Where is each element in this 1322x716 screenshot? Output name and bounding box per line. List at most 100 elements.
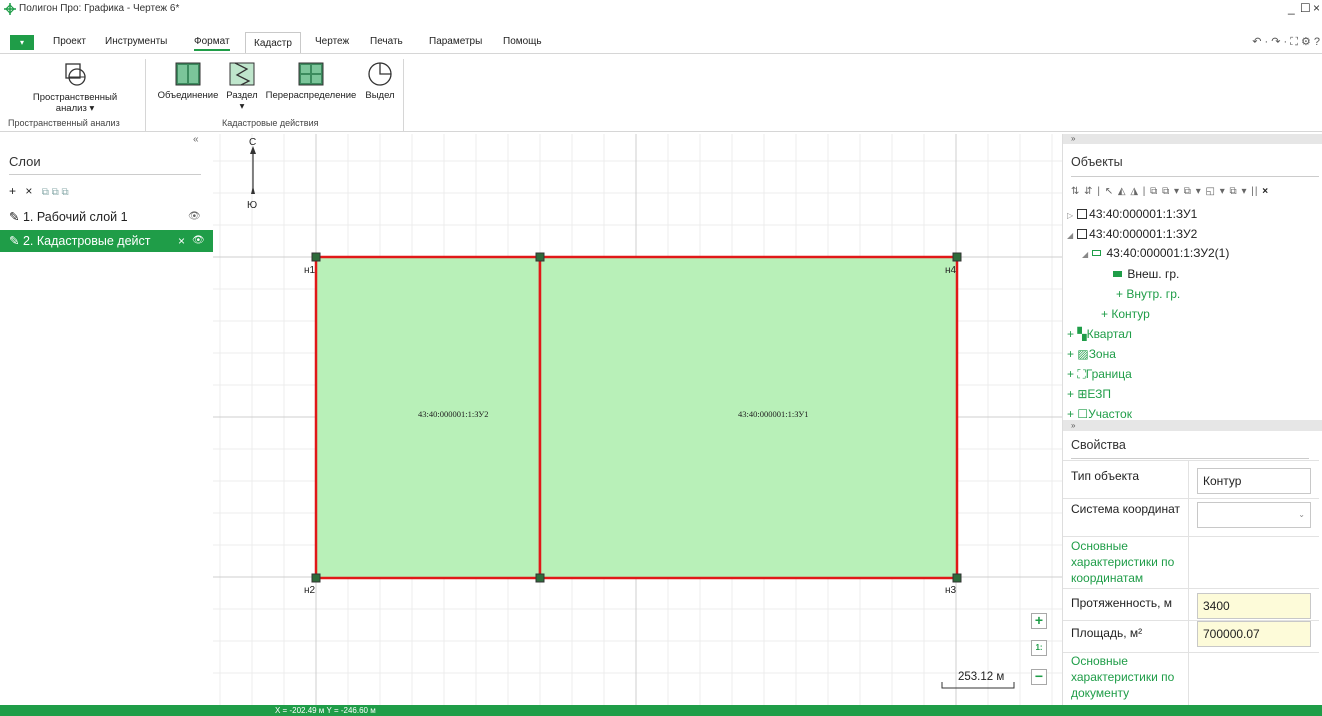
- tree-item-uchastok[interactable]: + ☐Участок: [1067, 406, 1132, 418]
- maximize-button[interactable]: ☐: [1300, 1, 1311, 15]
- tree-item-zu2-1[interactable]: ◢ 43:40:000001:1:ЗУ2(1): [1082, 245, 1229, 263]
- layer-label: 2. Кадастровые дейст: [22, 234, 151, 248]
- divider: [1071, 176, 1319, 177]
- delete-layer-button[interactable]: ×: [25, 184, 32, 198]
- drawing-surface[interactable]: [213, 134, 1062, 705]
- objects-toolbar: ⇅ ⇵ | ↖ ◭ ◮ | ⧉ ⧉ ▾ ⧉ ▾ ◱ ▾ ⧉ ▾ || ×: [1071, 186, 1269, 197]
- coord-system-select[interactable]: ⌄: [1197, 502, 1311, 528]
- tab-help[interactable]: Помощь: [503, 35, 542, 49]
- drawing-canvas[interactable]: С Ю н1 н2 н3 н4 43:40:000001:1:ЗУ2 43:40…: [213, 134, 1062, 705]
- tree-item-outer-border[interactable]: Внеш. гр.: [1113, 266, 1179, 282]
- group-separator: [403, 59, 404, 131]
- tree-item-ezp[interactable]: + ⊞ЕЗП: [1067, 386, 1111, 402]
- tree-item-granitsa[interactable]: + ⛶Граница: [1067, 366, 1132, 382]
- section-coords-link[interactable]: Основные характеристики по координатам: [1071, 538, 1189, 586]
- tree-item-zu1[interactable]: ▷ 43:40:000001:1:ЗУ1: [1067, 206, 1197, 224]
- tab-cadastre[interactable]: Кадастр: [245, 32, 301, 53]
- parcel-square-icon: [1077, 209, 1088, 219]
- union-button[interactable]: Объединение: [156, 61, 220, 101]
- zoom-out-button[interactable]: −: [1031, 669, 1047, 685]
- split-caret: ▾: [239, 101, 245, 112]
- tab-parameters[interactable]: Параметры: [429, 35, 482, 49]
- tree-item-zu2[interactable]: ◢ 43:40:000001:1:ЗУ2: [1067, 226, 1197, 244]
- tree-label: 43:40:000001:1:ЗУ2: [1089, 227, 1198, 241]
- quick-access-toolbar[interactable]: ↶ · ↷ · ⛶ ⚙ ?: [1252, 35, 1320, 49]
- collapse-icon[interactable]: ◢: [1067, 231, 1073, 240]
- north-arrow: [250, 146, 256, 194]
- objects-toolbar-buttons[interactable]: ⇅ ⇵ | ↖ ◭ ◮ | ⧉ ⧉ ▾ ⧉ ▾ ◱ ▾ ⧉ ▾ ||: [1071, 186, 1258, 197]
- tree-label: Граница: [1085, 367, 1132, 381]
- vertex-marker[interactable]: [535, 252, 545, 262]
- tree-label: 43:40:000001:1:ЗУ2(1): [1106, 246, 1230, 260]
- collapse-left-button[interactable]: «: [193, 134, 199, 145]
- prop-row-length: Протяженность, м 3400: [1063, 588, 1319, 620]
- vertex-marker[interactable]: [952, 252, 962, 262]
- plot-icon: ☐: [1077, 407, 1089, 418]
- north-label: С: [249, 137, 257, 148]
- spatial-analysis-icon: [65, 63, 86, 86]
- close-button[interactable]: ×: [1313, 1, 1320, 15]
- prop-name: Система координат: [1071, 502, 1181, 516]
- pencil-icon: ✎: [9, 210, 20, 224]
- tab-project[interactable]: Проект: [53, 35, 86, 49]
- prop-row-area: Площадь, м² 700000.07: [1063, 620, 1319, 652]
- tree-item-contour[interactable]: + Контур: [1101, 306, 1150, 322]
- expand-icon[interactable]: ▷: [1067, 211, 1073, 220]
- prop-row-section-doc: Основные характеристики по документу: [1063, 652, 1319, 705]
- properties-collapse-bar[interactable]: »: [1063, 420, 1322, 431]
- layer-close-icon[interactable]: ×: [178, 230, 185, 252]
- redistribution-button[interactable]: Перераспределение: [264, 61, 358, 101]
- parcel-label-zu1: 43:40:000001:1:ЗУ1: [738, 409, 809, 419]
- vertex-marker[interactable]: [311, 573, 321, 583]
- redistribution-icon: [298, 62, 324, 86]
- properties-title: Свойства: [1071, 438, 1126, 452]
- layer-item-cadastral[interactable]: ✎ 2. Кадастровые дейст × 👁: [0, 230, 213, 252]
- length-field[interactable]: 3400: [1197, 593, 1311, 619]
- spatial-analysis-button[interactable]: Пространственный анализ ▾: [30, 61, 120, 114]
- zoom-in-button[interactable]: +: [1031, 613, 1047, 629]
- prop-name: Тип объекта: [1071, 469, 1140, 483]
- objects-close-button[interactable]: ×: [1262, 186, 1269, 197]
- app-menu-button[interactable]: ▾: [10, 35, 34, 50]
- parcel-label-zu2: 43:40:000001:1:ЗУ2: [418, 409, 489, 419]
- object-type-field[interactable]: Контур: [1197, 468, 1311, 494]
- vertex-marker[interactable]: [535, 573, 545, 583]
- tree-label: Внеш. гр.: [1127, 267, 1180, 281]
- cursor-coordinates: X = -202.49 м Y = -246.60 м: [275, 706, 376, 715]
- visibility-eye-icon[interactable]: 👁: [192, 230, 205, 252]
- tab-format[interactable]: Формат: [194, 35, 230, 51]
- tree-item-zona[interactable]: + ▨Зона: [1067, 346, 1116, 362]
- section-doc-link[interactable]: Основные характеристики по документу: [1071, 653, 1189, 701]
- split-label: Раздел: [226, 90, 258, 101]
- collapse-icon[interactable]: ◢: [1082, 250, 1088, 259]
- tab-print[interactable]: Печать: [370, 35, 403, 49]
- allot-button[interactable]: Выдел: [360, 61, 400, 101]
- right-panel: » Объекты ⇅ ⇵ | ↖ ◭ ◮ | ⧉ ⧉ ▾ ⧉ ▾ ◱ ▾ ⧉ …: [1062, 134, 1322, 705]
- tab-drawing[interactable]: Чертеж: [315, 35, 349, 49]
- vertex-label-n4: н4: [945, 265, 957, 276]
- area-field[interactable]: 700000.07: [1197, 621, 1311, 647]
- visibility-eye-icon[interactable]: 👁: [188, 206, 201, 228]
- prop-row-section-coords: Основные характеристики по координатам: [1063, 536, 1319, 588]
- vertex-label-n1: н1: [304, 265, 316, 276]
- border-icon: [1113, 271, 1122, 277]
- union-icon: [175, 62, 201, 86]
- add-layer-button[interactable]: +: [9, 184, 16, 198]
- split-button[interactable]: Раздел ▾: [222, 61, 262, 112]
- objects-title: Объекты: [1071, 155, 1123, 169]
- vertex-marker[interactable]: [952, 573, 962, 583]
- vertex-marker[interactable]: [311, 252, 321, 262]
- redistribution-label: Перераспределение: [265, 90, 357, 101]
- layer-copy-buttons[interactable]: ⧉ ⧉ ⧉: [42, 187, 69, 198]
- prop-row-object-type: Тип объекта Контур: [1063, 460, 1319, 498]
- tab-tools[interactable]: Инструменты: [105, 35, 167, 49]
- minimize-button[interactable]: _: [1288, 1, 1295, 15]
- objects-collapse-bar[interactable]: »: [1063, 134, 1322, 144]
- contour-icon: [1092, 250, 1102, 256]
- tree-item-inner-border[interactable]: + Внутр. гр.: [1116, 286, 1180, 302]
- layer-item-working[interactable]: ✎ 1. Рабочий слой 1 👁: [0, 206, 213, 228]
- zoom-fit-button[interactable]: 1:: [1031, 640, 1047, 656]
- scale-label: 253.12 м: [958, 671, 1005, 683]
- border-dashed-icon: ⛶: [1077, 367, 1086, 381]
- tree-item-kvartal[interactable]: + ▚Квартал: [1067, 326, 1132, 342]
